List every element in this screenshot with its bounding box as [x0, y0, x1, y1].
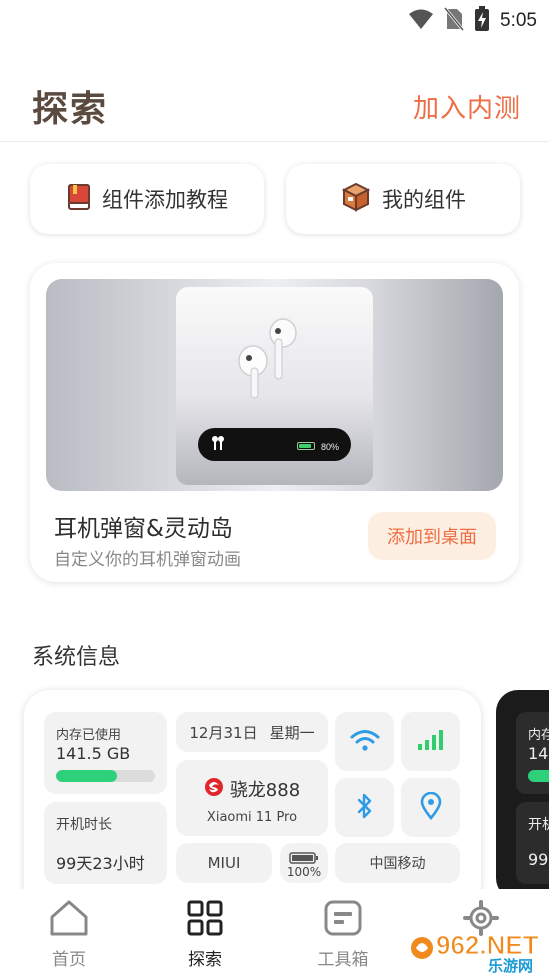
earbuds-preview-image: 80% [46, 279, 503, 491]
feature-title: 耳机弹窗&灵动岛 [54, 516, 233, 542]
memory-value: 141.5 GB [56, 744, 131, 763]
os-name: MIUI [207, 854, 241, 872]
chip-name: 骁龙888 [229, 780, 301, 801]
page-header: 探索 加入内测 [0, 76, 549, 142]
status-bar: 5:05 [0, 0, 549, 40]
nav-explore-label: 探索 [188, 950, 222, 970]
toolbox-icon [323, 900, 363, 941]
add-to-desktop-button[interactable]: 添加到桌面 [368, 512, 496, 560]
no-sim-icon [443, 7, 465, 35]
device-model: Xiaomi 11 Pro [206, 810, 298, 825]
battery-tile: 100% [280, 843, 328, 883]
bluetooth-icon [356, 792, 374, 824]
carrier-name: 中国移动 [369, 856, 426, 872]
section-title: 系统信息 [32, 645, 121, 670]
bluetooth-tile[interactable] [335, 778, 394, 837]
dark-uptime-tile: 开机 99 [516, 802, 549, 884]
chip-tile: 骁龙888 Xiaomi 11 Pro [176, 760, 328, 836]
dynamic-island-preview: 80% [198, 428, 351, 461]
uptime-label: 开机时长 [56, 817, 112, 833]
wifi-tile[interactable] [335, 712, 394, 771]
battery-charging-icon [474, 6, 490, 36]
site-watermark: 962.NET 乐游网 [408, 926, 548, 975]
cellular-signal-icon [417, 729, 445, 755]
memory-label: 内存已使用 [56, 728, 122, 743]
earbuds-icon [231, 315, 311, 409]
os-tile: MIUI [176, 843, 272, 883]
wifi-icon [350, 728, 380, 756]
my-widgets-button[interactable]: 我的组件 [286, 164, 520, 234]
uptime-value: 99天23小时 [56, 854, 145, 873]
dark-memory-bar [528, 770, 549, 782]
widget-tutorial-button[interactable]: 组件添加教程 [30, 164, 264, 234]
carrier-tile: 中国移动 [335, 843, 460, 883]
dark-system-widget[interactable]: 内存 141 开机 99 [496, 690, 549, 900]
dark-memory-value: 141 [528, 744, 549, 763]
signal-tile[interactable] [401, 712, 460, 771]
memory-progress-fill [56, 770, 118, 782]
home-icon [48, 900, 90, 941]
location-pin-icon [420, 791, 442, 824]
nav-toolbox[interactable]: 工具箱 [298, 899, 388, 970]
memory-progress-bar [56, 770, 155, 782]
book-icon [66, 183, 92, 215]
snapdragon-icon [204, 777, 224, 801]
widget-tutorial-label: 组件添加教程 [102, 188, 228, 212]
memory-tile: 内存已使用 141.5 GB [44, 712, 167, 794]
system-info-widget[interactable]: 内存已使用 141.5 GB 开机时长 99天23小时 12月31日 星期一 骁… [24, 690, 481, 910]
date-tile: 12月31日 星期一 [176, 712, 328, 752]
nav-toolbox-label: 工具箱 [317, 950, 369, 970]
nav-home-label: 首页 [52, 950, 86, 970]
watermark-text: 962.NET [436, 930, 539, 960]
dark-memory-tile: 内存 141 [516, 712, 549, 794]
clock-time: 5:05 [500, 10, 537, 31]
dark-memory-label: 内存 [528, 728, 549, 743]
earbuds-preview-panel: 80% [176, 287, 373, 485]
feature-subtitle: 自定义你的耳机弹窗动画 [54, 550, 241, 570]
earbuds-popup-card[interactable]: 80% 耳机弹窗&灵动岛 自定义你的耳机弹窗动画 添加到桌面 [30, 263, 519, 582]
grid-icon [186, 900, 224, 941]
wifi-signal-icon [408, 8, 434, 34]
dark-uptime-value: 99 [528, 850, 549, 869]
uptime-tile: 开机时长 99天23小时 [44, 802, 167, 884]
join-beta-link[interactable]: 加入内测 [413, 88, 521, 125]
nav-home[interactable]: 首页 [24, 899, 114, 970]
watermark-subtext: 乐游网 [488, 957, 533, 974]
date-text: 12月31日 [189, 723, 258, 742]
battery-level-icon [296, 441, 315, 450]
earbuds-small-icon [210, 435, 226, 455]
page-title: 探索 [32, 89, 109, 130]
nav-explore[interactable]: 探索 [160, 899, 250, 970]
battery-percent: 100% [286, 865, 322, 879]
earbuds-battery-percent: 80% [320, 442, 339, 452]
widget-box-icon [340, 182, 372, 216]
my-widgets-label: 我的组件 [382, 188, 466, 212]
location-tile[interactable] [401, 778, 460, 837]
weekday-text: 星期一 [269, 723, 315, 742]
dark-uptime-label: 开机 [528, 817, 549, 833]
